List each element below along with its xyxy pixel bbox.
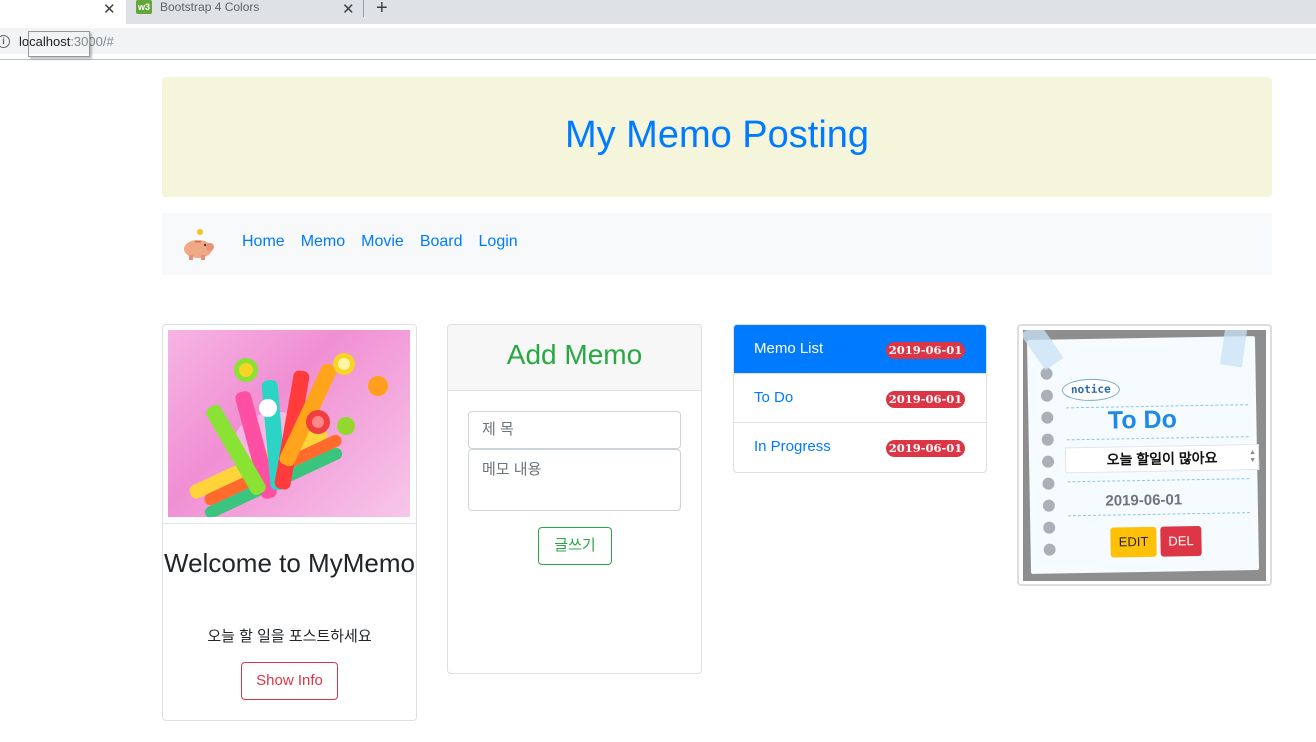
binder-hole xyxy=(1043,543,1056,556)
date-badge: 2019-06-01 xyxy=(886,440,965,457)
memo-body-textarea[interactable]: 메모 내용 xyxy=(468,449,681,511)
notepaper-background: notice To Do 오늘 할일이 많아요 ▲ ▼ 2019-06-01 ED… xyxy=(1023,330,1266,581)
delete-button[interactable]: DEL xyxy=(1160,525,1202,557)
submit-memo-button[interactable]: 글쓰기 xyxy=(538,527,612,565)
address-bar: i localhost:3000/# xyxy=(0,24,1316,60)
browser-tab-bar: ✕ w3 Bootstrap 4 Colors ✕ + xyxy=(0,0,1316,24)
add-memo-title: Add Memo xyxy=(506,339,643,370)
list-item-to-do[interactable]: To Do 2019-06-01 xyxy=(734,374,986,423)
note-content: 오늘 할일이 많아요 xyxy=(1106,449,1218,468)
welcome-subtitle: 오늘 할 일을 포스트하세요 xyxy=(207,628,372,645)
welcome-image-frame xyxy=(163,325,416,524)
list-item-in-progress[interactable]: In Progress 2019-06-01 xyxy=(734,423,986,472)
colorful-candy-image xyxy=(168,330,410,517)
memo-title-input[interactable]: 제 목 xyxy=(468,411,681,449)
note-title: To Do xyxy=(1107,405,1178,435)
tab-title: Bootstrap 4 Colors xyxy=(160,0,260,14)
list-item-label: Memo List xyxy=(754,340,824,357)
nav-login[interactable]: Login xyxy=(479,232,518,252)
dashed-line xyxy=(1067,478,1250,483)
omnibox[interactable]: i localhost:3000/# xyxy=(0,28,1316,54)
edit-button[interactable]: EDIT xyxy=(1110,526,1157,558)
tab-close-icon[interactable]: ✕ xyxy=(342,1,355,19)
list-item-label: To Do xyxy=(754,389,794,406)
tooltip-outline xyxy=(28,31,90,57)
welcome-title: Welcome to MyMemo xyxy=(164,548,415,578)
tab-divider xyxy=(363,0,364,17)
spinner-icon[interactable]: ▲ ▼ xyxy=(1249,449,1256,465)
list-item-memo-list[interactable]: Memo List 2019-06-01 xyxy=(734,325,986,374)
dashed-line xyxy=(1068,512,1251,517)
jumbotron: My Memo Posting xyxy=(162,77,1272,197)
new-tab-button[interactable]: + xyxy=(376,0,388,20)
notice-badge: notice xyxy=(1061,378,1121,402)
dashed-line xyxy=(1066,436,1249,441)
nav-movie[interactable]: Movie xyxy=(361,232,404,252)
binder-hole xyxy=(1042,477,1055,490)
date-badge: 2019-06-01 xyxy=(886,391,965,408)
add-memo-header: Add Memo xyxy=(448,325,701,391)
browser-tab-bootstrap-colors[interactable]: w3 Bootstrap 4 Colors ✕ xyxy=(126,0,362,24)
list-item-label: In Progress xyxy=(754,438,831,455)
w3-favicon-icon: w3 xyxy=(136,0,152,14)
nav-home[interactable]: Home xyxy=(242,232,285,252)
show-info-button[interactable]: Show Info xyxy=(241,662,338,700)
note-content-field[interactable]: 오늘 할일이 많아요 ▲ ▼ xyxy=(1064,443,1260,474)
welcome-card: Welcome to MyMemo 오늘 할 일을 포스트하세요 Show In… xyxy=(162,324,417,721)
add-memo-card: Add Memo 제 목 메모 내용 글쓰기 xyxy=(447,324,702,674)
page-title: My Memo Posting xyxy=(564,114,870,156)
notice-memo-card: notice To Do 오늘 할일이 많아요 ▲ ▼ 2019-06-01 ED… xyxy=(1017,324,1272,586)
piggy-bank-icon[interactable] xyxy=(180,227,216,261)
navbar: Home Memo Movie Board Login xyxy=(162,213,1272,275)
info-icon[interactable]: i xyxy=(0,35,10,48)
binder-hole xyxy=(1040,389,1054,402)
nav-links: Home Memo Movie Board Login xyxy=(242,232,518,252)
binder-hole xyxy=(1043,521,1056,534)
nav-board[interactable]: Board xyxy=(420,232,463,252)
nav-memo[interactable]: Memo xyxy=(301,232,345,252)
memo-list-group: Memo List 2019-06-01 To Do 2019-06-01 In… xyxy=(733,324,987,473)
date-badge: 2019-06-01 xyxy=(886,342,965,359)
browser-tab-active[interactable]: ✕ xyxy=(0,0,126,24)
note-sheet: notice To Do 오늘 할일이 많아요 ▲ ▼ 2019-06-01 ED… xyxy=(1026,336,1260,574)
binder-hole xyxy=(1041,455,1055,468)
note-date: 2019-06-01 xyxy=(1105,491,1183,510)
tab-close-icon[interactable]: ✕ xyxy=(103,1,116,19)
